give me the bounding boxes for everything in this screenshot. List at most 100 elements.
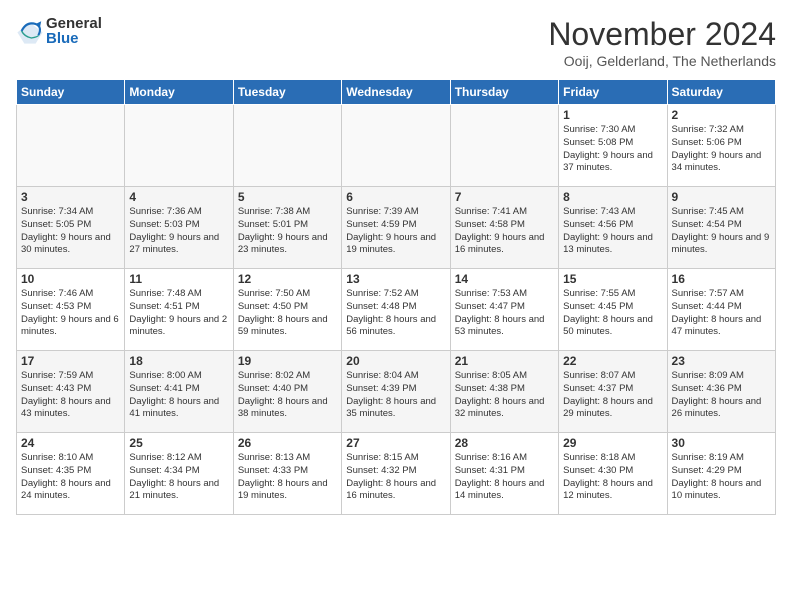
day-info: Sunrise: 8:05 AM Sunset: 4:38 PM Dayligh…	[455, 370, 554, 421]
day-number: 29	[563, 436, 662, 450]
day-info: Sunrise: 8:16 AM Sunset: 4:31 PM Dayligh…	[455, 452, 554, 503]
calendar-cell: 22Sunrise: 8:07 AM Sunset: 4:37 PM Dayli…	[559, 351, 667, 433]
day-info: Sunrise: 8:02 AM Sunset: 4:40 PM Dayligh…	[238, 370, 337, 421]
day-number: 21	[455, 354, 554, 368]
calendar-cell: 5 Sunrise: 7:38 AM Sunset: 5:01 PM Daylig…	[233, 187, 341, 269]
calendar-cell: 18 Sunrise: 8:00 AM Sunset: 4:41 PM Dayli…	[125, 351, 233, 433]
day-number: 24	[21, 436, 120, 450]
calendar-cell	[233, 105, 341, 187]
calendar-cell: 26 Sunrise: 8:13 AM Sunset: 4:33 PM Dayli…	[233, 433, 341, 515]
col-wednesday: Wednesday	[342, 80, 450, 105]
week-row-3: 10 Sunrise: 7:46 AM Sunset: 4:53 PM Dayli…	[17, 269, 776, 351]
calendar-cell: 13Sunrise: 7:52 AM Sunset: 4:48 PM Dayli…	[342, 269, 450, 351]
day-number: 18	[129, 354, 228, 368]
logo-icon	[16, 17, 44, 45]
day-number: 20	[346, 354, 445, 368]
calendar-cell: 1 Sunrise: 7:30 AM Sunset: 5:08 PM Daylig…	[559, 105, 667, 187]
day-number: 1	[563, 108, 662, 122]
calendar-cell: 29 Sunrise: 8:18 AM Sunset: 4:30 PM Dayli…	[559, 433, 667, 515]
col-sunday: Sunday	[17, 80, 125, 105]
day-info: Sunrise: 8:19 AM Sunset: 4:29 PM Dayligh…	[672, 452, 771, 503]
day-info: Sunrise: 7:41 AM Sunset: 4:58 PM Dayligh…	[455, 206, 554, 257]
day-info: Sunrise: 7:46 AM Sunset: 4:53 PM Dayligh…	[21, 288, 120, 339]
calendar-cell	[17, 105, 125, 187]
day-number: 7	[455, 190, 554, 204]
day-number: 16	[672, 272, 771, 286]
title-block: November 2024 Ooij, Gelderland, The Neth…	[548, 16, 776, 69]
day-number: 4	[129, 190, 228, 204]
day-info: Sunrise: 8:13 AM Sunset: 4:33 PM Dayligh…	[238, 452, 337, 503]
day-info: Sunrise: 7:53 AM Sunset: 4:47 PM Dayligh…	[455, 288, 554, 339]
day-number: 9	[672, 190, 771, 204]
calendar-cell: 12Sunrise: 7:50 AM Sunset: 4:50 PM Dayli…	[233, 269, 341, 351]
day-number: 27	[346, 436, 445, 450]
week-row-1: 1 Sunrise: 7:30 AM Sunset: 5:08 PM Daylig…	[17, 105, 776, 187]
calendar-cell: 7 Sunrise: 7:41 AM Sunset: 4:58 PM Daylig…	[450, 187, 558, 269]
calendar-cell: 24 Sunrise: 8:10 AM Sunset: 4:35 PM Dayli…	[17, 433, 125, 515]
calendar-cell: 30 Sunrise: 8:19 AM Sunset: 4:29 PM Dayli…	[667, 433, 775, 515]
week-row-5: 24 Sunrise: 8:10 AM Sunset: 4:35 PM Dayli…	[17, 433, 776, 515]
day-number: 2	[672, 108, 771, 122]
day-number: 26	[238, 436, 337, 450]
day-info: Sunrise: 7:50 AM Sunset: 4:50 PM Dayligh…	[238, 288, 337, 339]
day-number: 23	[672, 354, 771, 368]
calendar-cell: 3 Sunrise: 7:34 AM Sunset: 5:05 PM Daylig…	[17, 187, 125, 269]
day-number: 5	[238, 190, 337, 204]
col-friday: Friday	[559, 80, 667, 105]
calendar-cell: 23 Sunrise: 8:09 AM Sunset: 4:36 PM Dayli…	[667, 351, 775, 433]
day-number: 28	[455, 436, 554, 450]
day-info: Sunrise: 8:18 AM Sunset: 4:30 PM Dayligh…	[563, 452, 662, 503]
day-number: 3	[21, 190, 120, 204]
day-info: Sunrise: 7:43 AM Sunset: 4:56 PM Dayligh…	[563, 206, 662, 257]
day-info: Sunrise: 7:55 AM Sunset: 4:45 PM Dayligh…	[563, 288, 662, 339]
day-number: 13	[346, 272, 445, 286]
calendar-cell: 8 Sunrise: 7:43 AM Sunset: 4:56 PM Daylig…	[559, 187, 667, 269]
day-info: Sunrise: 8:12 AM Sunset: 4:34 PM Dayligh…	[129, 452, 228, 503]
day-info: Sunrise: 7:38 AM Sunset: 5:01 PM Dayligh…	[238, 206, 337, 257]
day-info: Sunrise: 7:39 AM Sunset: 4:59 PM Dayligh…	[346, 206, 445, 257]
calendar-cell: 6 Sunrise: 7:39 AM Sunset: 4:59 PM Daylig…	[342, 187, 450, 269]
calendar-cell	[125, 105, 233, 187]
month-title: November 2024	[548, 16, 776, 53]
calendar-cell: 9Sunrise: 7:45 AM Sunset: 4:54 PM Daylig…	[667, 187, 775, 269]
calendar-cell: 21 Sunrise: 8:05 AM Sunset: 4:38 PM Dayli…	[450, 351, 558, 433]
logo-text: General Blue	[46, 16, 102, 46]
calendar-cell: 19 Sunrise: 8:02 AM Sunset: 4:40 PM Dayli…	[233, 351, 341, 433]
col-thursday: Thursday	[450, 80, 558, 105]
calendar-cell: 20 Sunrise: 8:04 AM Sunset: 4:39 PM Dayli…	[342, 351, 450, 433]
calendar-cell: 25Sunrise: 8:12 AM Sunset: 4:34 PM Dayli…	[125, 433, 233, 515]
day-info: Sunrise: 8:00 AM Sunset: 4:41 PM Dayligh…	[129, 370, 228, 421]
calendar-header-row: Sunday Monday Tuesday Wednesday Thursday…	[17, 80, 776, 105]
day-number: 30	[672, 436, 771, 450]
logo-blue: Blue	[46, 31, 102, 46]
day-number: 10	[21, 272, 120, 286]
day-number: 19	[238, 354, 337, 368]
day-number: 6	[346, 190, 445, 204]
logo: General Blue	[16, 16, 102, 46]
calendar: Sunday Monday Tuesday Wednesday Thursday…	[16, 79, 776, 515]
day-info: Sunrise: 8:07 AM Sunset: 4:37 PM Dayligh…	[563, 370, 662, 421]
calendar-cell: 14Sunrise: 7:53 AM Sunset: 4:47 PM Dayli…	[450, 269, 558, 351]
calendar-cell: 4 Sunrise: 7:36 AM Sunset: 5:03 PM Daylig…	[125, 187, 233, 269]
week-row-4: 17Sunrise: 7:59 AM Sunset: 4:43 PM Dayli…	[17, 351, 776, 433]
calendar-cell: 11 Sunrise: 7:48 AM Sunset: 4:51 PM Dayli…	[125, 269, 233, 351]
day-info: Sunrise: 8:09 AM Sunset: 4:36 PM Dayligh…	[672, 370, 771, 421]
calendar-cell: 17Sunrise: 7:59 AM Sunset: 4:43 PM Dayli…	[17, 351, 125, 433]
calendar-cell: 27Sunrise: 8:15 AM Sunset: 4:32 PM Dayli…	[342, 433, 450, 515]
calendar-cell	[342, 105, 450, 187]
col-monday: Monday	[125, 80, 233, 105]
day-info: Sunrise: 7:34 AM Sunset: 5:05 PM Dayligh…	[21, 206, 120, 257]
day-info: Sunrise: 7:30 AM Sunset: 5:08 PM Dayligh…	[563, 124, 662, 175]
day-info: Sunrise: 8:04 AM Sunset: 4:39 PM Dayligh…	[346, 370, 445, 421]
week-row-2: 3 Sunrise: 7:34 AM Sunset: 5:05 PM Daylig…	[17, 187, 776, 269]
calendar-cell: 2Sunrise: 7:32 AM Sunset: 5:06 PM Daylig…	[667, 105, 775, 187]
calendar-cell	[450, 105, 558, 187]
day-info: Sunrise: 8:10 AM Sunset: 4:35 PM Dayligh…	[21, 452, 120, 503]
location: Ooij, Gelderland, The Netherlands	[548, 53, 776, 69]
day-info: Sunrise: 7:48 AM Sunset: 4:51 PM Dayligh…	[129, 288, 228, 339]
day-number: 15	[563, 272, 662, 286]
col-tuesday: Tuesday	[233, 80, 341, 105]
day-number: 11	[129, 272, 228, 286]
day-number: 8	[563, 190, 662, 204]
day-info: Sunrise: 7:36 AM Sunset: 5:03 PM Dayligh…	[129, 206, 228, 257]
